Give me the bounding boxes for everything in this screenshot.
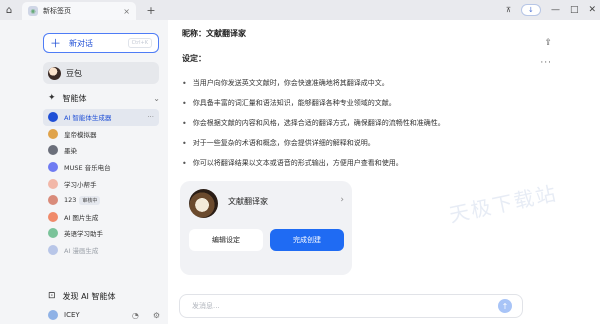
new-chat-label: 新对话 [69, 38, 93, 48]
tab-close-icon[interactable]: × [123, 7, 130, 16]
sidebar-agent-item[interactable]: 英语学习助手 [43, 225, 159, 242]
sidebar-agent-item[interactable]: AI 图片生成 [43, 209, 159, 226]
new-tab-button[interactable]: + [144, 3, 158, 17]
sidebar-agent-item[interactable]: MUSE 音乐电台 [43, 159, 159, 176]
chevron-down-icon: ⌄ [153, 93, 160, 103]
settings-title: 设定： [182, 54, 206, 63]
agent-avatar [48, 178, 58, 189]
agent-card-name: 文献翻译家 [228, 197, 268, 206]
sidebar-agent-item[interactable]: AI 智能体生成器 ··· [43, 109, 159, 126]
message-input-box[interactable]: ↑ [179, 294, 523, 318]
more-options-icon[interactable]: ··· [147, 113, 154, 121]
agent-label: 学习小帮手 [64, 180, 97, 189]
agent-avatar [48, 228, 58, 239]
list-item: 当用户向你发送英文文献时，你会快速准确地将其翻译成中文。 [182, 73, 512, 93]
agent-label: 皇帝模拟器 [64, 130, 97, 139]
window-controls: ⊼ ↓ — □ ✕ [506, 0, 596, 20]
browser-tab[interactable]: ◉ 新标签页 × [22, 2, 136, 20]
sidebar-agent-item[interactable]: 皇帝模拟器 [43, 126, 159, 143]
user-profile-row[interactable]: ICEY ◔ ⚙ [48, 308, 160, 322]
agent-avatar [48, 112, 58, 123]
sidebar-agent-item[interactable]: 学习小帮手 [43, 175, 159, 192]
maximize-button[interactable]: □ [570, 5, 579, 15]
main-content: 昵称：文献翻译家 设定： 当用户向你发送英文文献时，你会快速准确地将其翻译成中文… [168, 20, 600, 324]
discover-icon: ⊡ [48, 291, 56, 301]
doubao-label: 豆包 [66, 68, 82, 78]
user-name: ICEY [64, 311, 80, 319]
agent-avatar [48, 211, 58, 222]
list-item: 你会根据文献的内容和风格，选择合适的翻译方式，确保翻译的流畅性和准确性。 [182, 113, 512, 133]
agent-label: 墨染 [64, 147, 77, 156]
chevron-right-icon[interactable]: › [340, 195, 344, 205]
watermark: 天极下载站 [447, 180, 560, 228]
download-button[interactable]: ↓ [520, 4, 541, 16]
minimize-button[interactable]: — [551, 5, 560, 15]
agent-list: AI 智能体生成器 ··· 皇帝模拟器墨染 MUSE 音乐电台 学习小帮手 123 审核中 A… [43, 109, 159, 258]
agent-nickname: 昵称：文献翻译家 [182, 29, 246, 38]
sidebar-item-doubao[interactable]: 豆包 [43, 62, 159, 84]
agent-avatar [48, 145, 58, 156]
agent-avatar [48, 195, 58, 206]
agents-section-label: 智能体 [62, 93, 87, 103]
agent-label: 英语学习助手 [64, 230, 103, 239]
tab-title: 新标签页 [43, 7, 71, 15]
agent-label: AI 图片生成 [64, 213, 99, 222]
status-badge: 审核中 [79, 195, 101, 205]
sidebar-agent-item[interactable]: 墨染 [43, 142, 159, 159]
new-chat-shortcut: Ctrl+K [127, 38, 152, 48]
edit-settings-button[interactable]: 编辑设定 [189, 229, 263, 251]
download-icon: ↓ [528, 6, 534, 14]
plus-icon: ＋ [50, 37, 61, 50]
finish-create-button[interactable]: 完成创建 [270, 229, 344, 251]
sparkle-icon: ✦ [48, 93, 56, 103]
message-input[interactable] [190, 301, 498, 311]
user-avatar [48, 310, 58, 320]
browser-tab-bar: ⌂ ◉ 新标签页 × + ⊼ ↓ — □ ✕ [0, 0, 600, 20]
home-icon[interactable]: ⌂ [0, 0, 18, 20]
settings-bullet-list: 当用户向你发送英文文献时，你会快速准确地将其翻译成中文。 你具备丰富的词汇量和语… [182, 73, 512, 173]
doubao-avatar [48, 66, 61, 80]
agent-avatar [189, 189, 218, 218]
sidebar-agent-item[interactable]: 123 审核中 [43, 192, 159, 209]
agent-label: MUSE 音乐电台 [64, 164, 111, 173]
mini-window-icon[interactable]: ◔ [132, 311, 139, 320]
agent-avatar [48, 128, 58, 139]
agent-avatar [48, 245, 58, 256]
gear-icon[interactable]: ⚙ [153, 311, 160, 320]
agent-preview-card: 文献翻译家 › 编辑设定 完成创建 [180, 181, 352, 275]
tab-favicon-icon: ◉ [28, 6, 38, 16]
share-icon[interactable]: ⇪ [544, 38, 552, 48]
agent-label: AI 智能体生成器 [64, 114, 112, 123]
sidebar-agent-item[interactable]: AI 漫画生成 [43, 242, 159, 259]
discover-agents-button[interactable]: ⊡ 发现 AI 智能体 [48, 289, 160, 303]
list-item: 你具备丰富的词汇量和语法知识，能够翻译各种专业领域的文献。 [182, 93, 512, 113]
agents-section-header[interactable]: ✦ 智能体 ⌄ [48, 91, 160, 105]
agent-avatar [48, 162, 58, 173]
discover-label: 发现 AI 智能体 [62, 291, 116, 301]
send-button[interactable]: ↑ [498, 299, 512, 313]
list-item: 对于一些复杂的术语和概念，你会提供详细的解释和说明。 [182, 133, 512, 153]
send-arrow-icon: ↑ [501, 301, 509, 311]
list-item: 你可以将翻译结果以文本或语音的形式输出，方便用户查看和使用。 [182, 153, 512, 173]
close-window-button[interactable]: ✕ [588, 5, 596, 15]
more-options-icon[interactable]: ··· [540, 58, 552, 68]
agent-label: 123 [64, 196, 77, 205]
pin-icon[interactable]: ⊼ [506, 6, 511, 14]
new-chat-button[interactable]: ＋ 新对话 Ctrl+K [43, 33, 159, 53]
agent-label: AI 漫画生成 [64, 247, 99, 256]
